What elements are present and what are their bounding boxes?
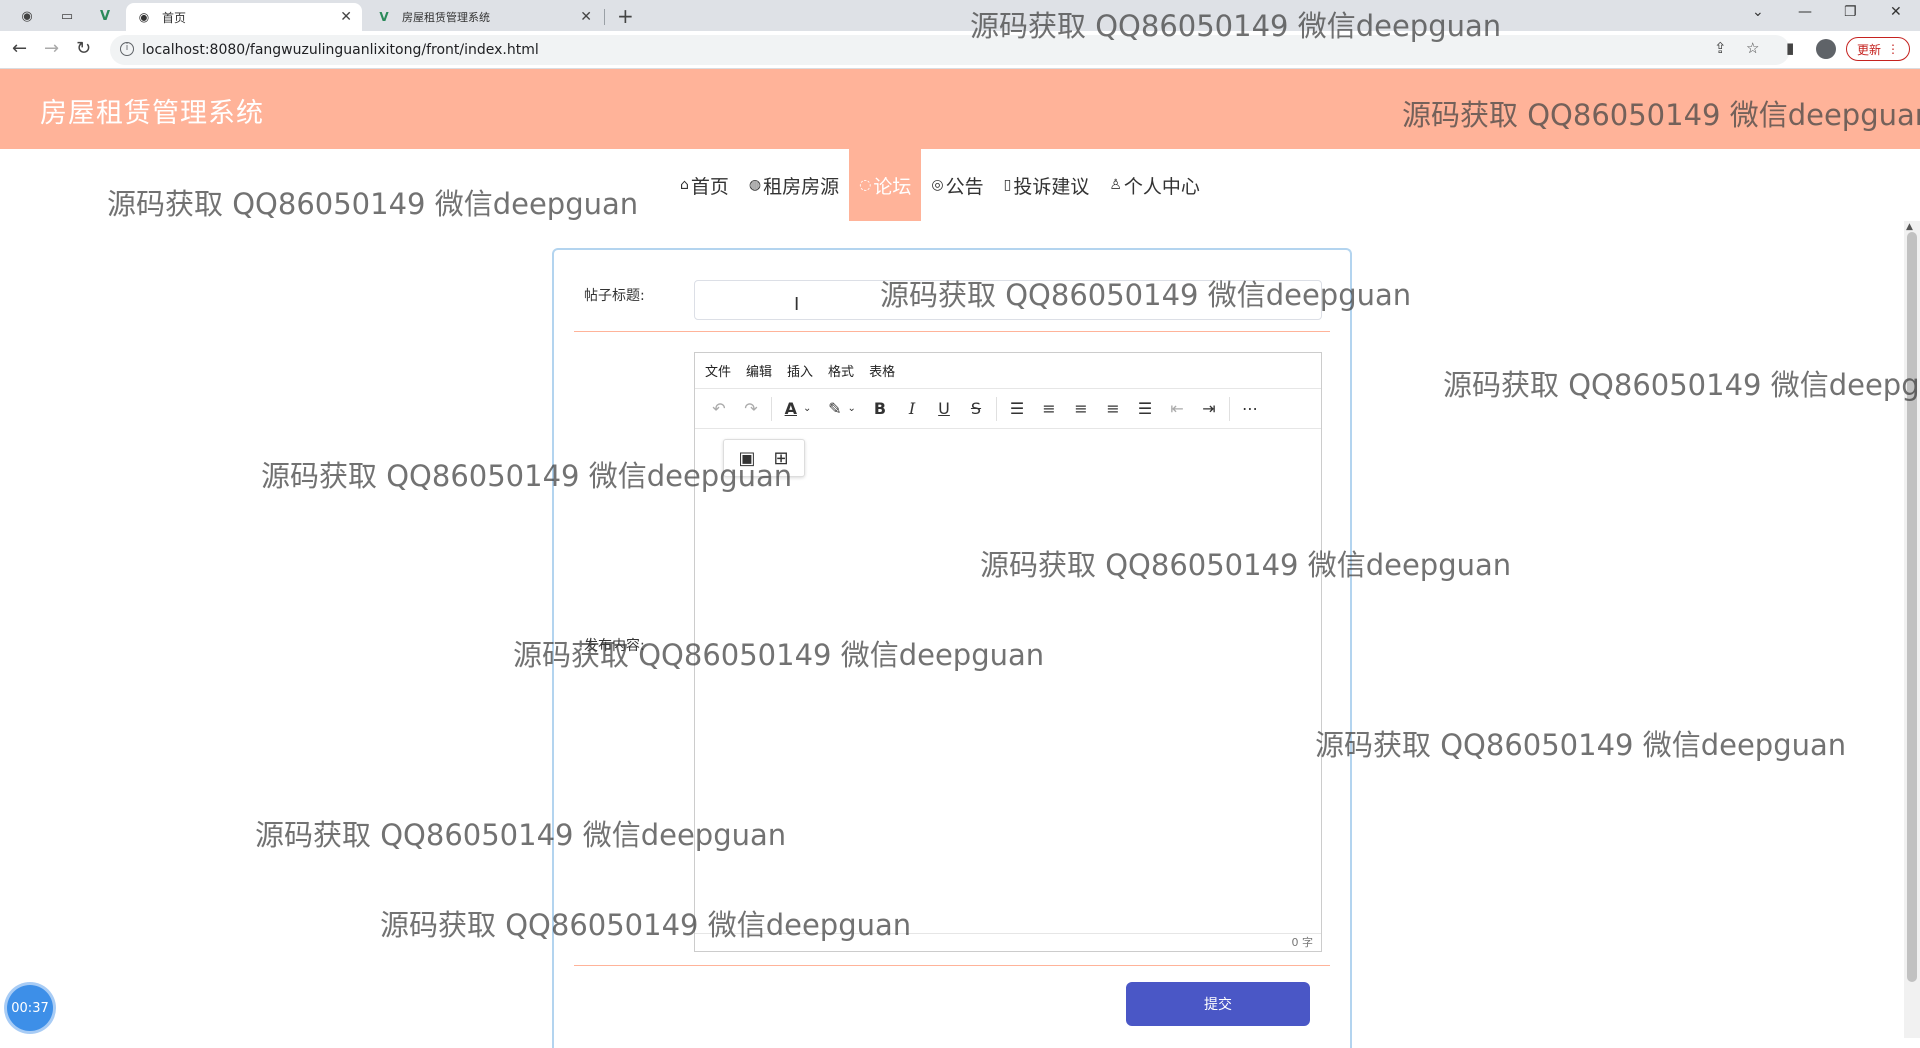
tab-search-icon[interactable]: ⌄ xyxy=(1752,4,1764,20)
reload-icon[interactable]: ↻ xyxy=(76,38,91,59)
share-icon[interactable]: ⇪ xyxy=(1714,39,1727,57)
home-icon: ⌂ xyxy=(680,177,689,193)
align-center-icon[interactable]: ≡ xyxy=(1065,394,1097,424)
watermark: 源码获取 QQ86050149 微信deepguan xyxy=(880,278,1412,312)
more-options-icon[interactable]: ⋯ xyxy=(1234,394,1266,424)
nav-item-profile[interactable]: ♙ 个人中心 xyxy=(1099,149,1210,221)
indent-icon[interactable]: ⇥ xyxy=(1193,394,1225,424)
globe-icon: ◉ xyxy=(138,10,150,24)
address-bar: ← → ↻ i localhost:8080/fangwuzulinguanli… xyxy=(0,31,1920,69)
text-cursor-icon: I xyxy=(794,294,800,315)
close-tab-icon[interactable]: ✕ xyxy=(340,9,352,25)
line-height-icon[interactable]: ☰ xyxy=(1001,394,1033,424)
tab-title: 房屋租赁管理系统 xyxy=(402,11,490,24)
watermark: 源码获取 QQ86050149 微信deepguan xyxy=(380,908,912,942)
site-title: 房屋租赁管理系统 xyxy=(40,98,264,129)
undo-icon[interactable]: ↶ xyxy=(703,394,735,424)
editor-menubar: 文件 编辑 插入 格式 表格 xyxy=(695,353,1321,389)
pinned-tab-globe-icon[interactable]: ◉ xyxy=(16,6,38,26)
watermark: 源码获取 QQ86050149 微信deepguan xyxy=(1443,368,1920,402)
tab-system[interactable]: V 房屋租赁管理系统 ✕ xyxy=(366,3,602,31)
globe-icon: ◍ xyxy=(748,177,762,193)
note-icon: ▯ xyxy=(1003,177,1012,193)
forward-icon[interactable]: → xyxy=(44,38,59,59)
align-justify-icon[interactable]: ☰ xyxy=(1129,394,1161,424)
watermark: 源码获取 QQ86050149 微信deepguan xyxy=(261,459,793,493)
profile-avatar[interactable] xyxy=(1816,39,1836,59)
bookmark-star-icon[interactable]: ☆ xyxy=(1746,39,1759,57)
menu-format[interactable]: 格式 xyxy=(828,361,854,380)
nav-label: 论坛 xyxy=(873,175,912,198)
submit-button[interactable]: 提交 xyxy=(1126,982,1310,1026)
nav-item-rentals[interactable]: ◍ 租房房源 xyxy=(739,149,849,221)
row-divider xyxy=(574,331,1330,332)
bold-icon[interactable]: B xyxy=(864,394,896,424)
nav-item-notice[interactable]: ◎ 公告 xyxy=(921,149,993,221)
scrollbar-thumb[interactable] xyxy=(1907,232,1917,982)
pinned-tab-vue-icon[interactable]: V xyxy=(94,6,116,26)
menu-insert[interactable]: 插入 xyxy=(787,361,813,380)
watermark: 源码获取 QQ86050149 微信deepguan xyxy=(107,187,639,221)
title-label: 帖子标题: xyxy=(584,288,645,304)
watermark: 源码获取 QQ86050149 微信deepguan xyxy=(1315,728,1847,762)
outdent-icon[interactable]: ⇤ xyxy=(1161,394,1193,424)
nav-label: 首页 xyxy=(690,175,729,198)
tab-separator xyxy=(604,9,605,25)
toolbar-separator xyxy=(996,396,997,421)
editor-toolbar: ↶ ↷ A ⌄ ✎ ⌄ B I U S ☰ ≡ ≡ ≡ ☰ ⇤ ⇥ ⋯ xyxy=(695,389,1321,429)
row-divider xyxy=(574,965,1330,966)
site-info-icon[interactable]: i xyxy=(120,42,134,56)
watermark: 源码获取 QQ86050149 微信deepguan xyxy=(255,818,787,852)
close-window-icon[interactable]: ✕ xyxy=(1890,4,1902,20)
update-button[interactable]: 更新 ⋮ xyxy=(1846,37,1910,61)
highlight-color-icon[interactable]: ✎ ⌄ xyxy=(820,394,864,424)
nav-label: 投诉建议 xyxy=(1013,175,1090,198)
nav-item-complaints[interactable]: ▯ 投诉建议 xyxy=(994,149,1100,221)
back-icon[interactable]: ← xyxy=(12,38,27,59)
toolbar-separator xyxy=(1229,396,1230,421)
watermark: 源码获取 QQ86050149 微信deepguan xyxy=(970,9,1502,43)
update-label: 更新 xyxy=(1856,42,1881,57)
tab-title: 首页 xyxy=(162,10,187,25)
url-field[interactable]: i localhost:8080/fangwuzulinguanlixitong… xyxy=(110,35,1790,65)
text-color-icon[interactable]: A ⌄ xyxy=(776,394,820,424)
redo-icon[interactable]: ↷ xyxy=(735,394,767,424)
restore-icon[interactable]: ❐ xyxy=(1844,4,1857,20)
italic-icon[interactable]: I xyxy=(896,394,928,424)
underline-icon[interactable]: U xyxy=(928,394,960,424)
tab-home[interactable]: ◉ 首页 ✕ xyxy=(126,3,362,31)
minimize-icon[interactable]: — xyxy=(1798,4,1812,20)
pinned-tab-page-icon[interactable]: ▭ xyxy=(56,6,78,26)
browser-tab-bar: ◉ ▭ V ◉ 首页 ✕ V 房屋租赁管理系统 ✕ + ⌄ — ❐ ✕ xyxy=(0,0,1920,31)
main-nav: ⌂ 首页 ◍ 租房房源 ◌ 论坛 ◎ 公告 ▯ 投诉建议 ♙ 个人中心 xyxy=(670,149,1210,221)
url-text: localhost:8080/fangwuzulinguanlixitong/f… xyxy=(142,42,539,58)
nav-label: 个人中心 xyxy=(1123,175,1200,198)
close-tab-icon[interactable]: ✕ xyxy=(580,9,592,25)
menu-edit[interactable]: 编辑 xyxy=(746,361,772,380)
recording-timer: 00:37 xyxy=(7,985,53,1031)
nav-item-forum[interactable]: ◌ 论坛 xyxy=(849,149,922,221)
watermark: 源码获取 QQ86050149 微信deepguan xyxy=(1402,98,1920,132)
scroll-up-icon[interactable]: ▲ xyxy=(1906,222,1913,232)
chat-icon: ◌ xyxy=(859,177,872,193)
nav-label: 公告 xyxy=(945,175,984,198)
menu-table[interactable]: 表格 xyxy=(869,361,895,380)
watermark: 源码获取 QQ86050149 微信deepguan xyxy=(513,638,1045,672)
strikethrough-icon[interactable]: S xyxy=(960,394,992,424)
new-tab-button[interactable]: + xyxy=(617,4,634,28)
side-panel-icon[interactable]: ▮ xyxy=(1786,39,1794,57)
toolbar-separator xyxy=(771,396,772,421)
vue-icon: V xyxy=(379,10,389,24)
nav-item-home[interactable]: ⌂ 首页 xyxy=(670,149,739,221)
user-icon: ♙ xyxy=(1109,177,1122,193)
menu-file[interactable]: 文件 xyxy=(705,361,731,380)
palette-icon: ◎ xyxy=(931,177,944,193)
nav-label: 租房房源 xyxy=(763,175,840,198)
align-right-icon[interactable]: ≡ xyxy=(1097,394,1129,424)
align-left-icon[interactable]: ≡ xyxy=(1033,394,1065,424)
watermark: 源码获取 QQ86050149 微信deepguan xyxy=(980,548,1512,582)
more-vert-icon: ⋮ xyxy=(1887,42,1899,56)
